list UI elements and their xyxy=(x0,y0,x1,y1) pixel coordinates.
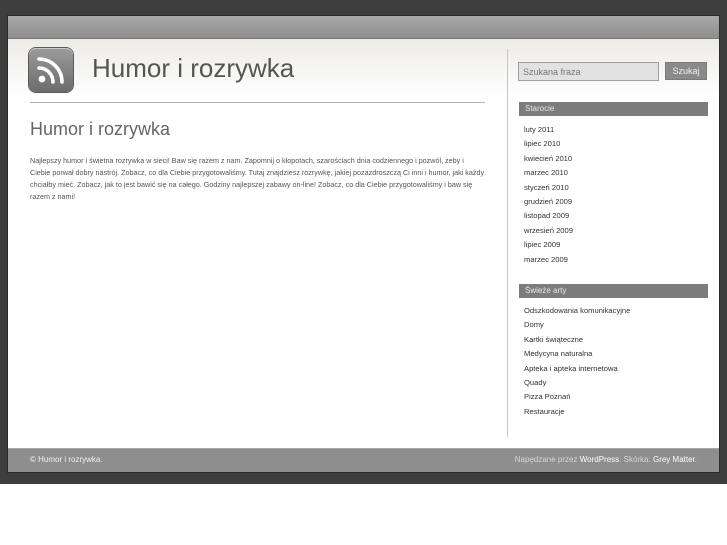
recent-posts-list: Odszkodowania komunikacyjne Domy Kartki … xyxy=(524,304,630,419)
archive-link[interactable]: wrzesień 2009 xyxy=(524,224,573,238)
site-title[interactable]: Humor i rozrywka xyxy=(92,52,294,84)
recent-post-link[interactable]: Pizza Poznań xyxy=(524,390,630,404)
recent-post-link[interactable]: Kartki świąteczne xyxy=(524,333,630,347)
footer-copyright: © Humor i rozrywka. xyxy=(30,455,103,464)
top-bar xyxy=(8,16,719,39)
archive-link[interactable]: lipiec 2010 xyxy=(524,137,573,151)
rss-glyph xyxy=(37,57,64,84)
recent-post-link[interactable]: Apteka i apteka internetowa xyxy=(524,362,630,376)
theme-text: . Skórka: xyxy=(619,455,651,464)
archive-link[interactable]: grudzień 2009 xyxy=(524,195,573,209)
archive-link[interactable]: lipiec 2009 xyxy=(524,238,573,252)
footer-credits: Napędzane przez WordPress. Skórka: Grey … xyxy=(515,455,697,464)
powered-by-text: Napędzane przez xyxy=(514,455,578,464)
archive-link[interactable]: listopad 2009 xyxy=(524,209,573,223)
header-divider xyxy=(30,102,485,103)
archives-heading: Starocie xyxy=(519,102,708,116)
recent-post-link[interactable]: Quady xyxy=(524,376,630,390)
recent-post-link[interactable]: Domy xyxy=(524,318,630,332)
search-button[interactable]: Szukaj xyxy=(665,62,707,80)
search-input[interactable] xyxy=(518,62,659,81)
archive-link[interactable]: styczeń 2010 xyxy=(524,181,573,195)
recent-post-link[interactable]: Restauracje xyxy=(524,405,630,419)
archive-link[interactable]: marzec 2010 xyxy=(524,166,573,180)
recent-post-link[interactable]: Medycyna naturalna xyxy=(524,347,630,361)
archive-link[interactable]: kwiecień 2010 xyxy=(524,152,573,166)
page-container: Humor i rozrywka Szukaj Humor i rozrywka… xyxy=(8,16,719,472)
theme-link[interactable]: Grey Matter xyxy=(653,455,695,464)
footer-suffix: . xyxy=(694,455,697,464)
post-body: Najlepszy humor i świetna rozrywka w sie… xyxy=(30,156,485,201)
archive-link[interactable]: marzec 2009 xyxy=(524,253,573,267)
archive-link[interactable]: luty 2011 xyxy=(524,123,573,137)
recent-post-link[interactable]: Odszkodowania komunikacyjne xyxy=(524,304,630,318)
recent-posts-heading: Świeże arty xyxy=(519,284,708,298)
rss-icon[interactable] xyxy=(29,48,73,92)
footer: © Humor i rozrywka. Napędzane przez Word… xyxy=(8,448,719,472)
sidebar-divider xyxy=(507,49,508,437)
wordpress-link[interactable]: WordPress xyxy=(580,455,619,464)
post-title[interactable]: Humor i rozrywka xyxy=(30,118,170,140)
archives-list: luty 2011 lipiec 2010 kwiecień 2010 marz… xyxy=(524,123,573,267)
